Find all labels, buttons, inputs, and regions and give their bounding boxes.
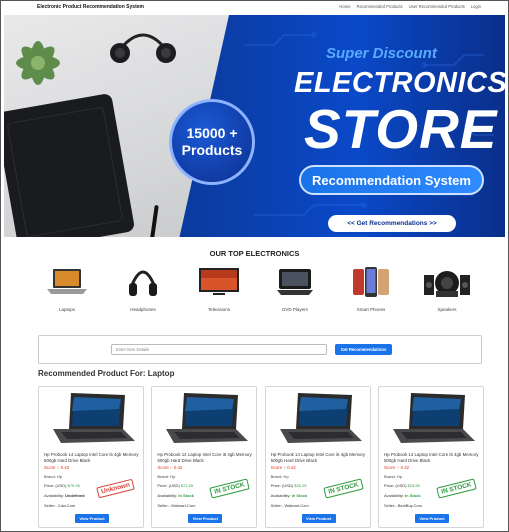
laptop-product-image [382,389,481,447]
nav-link-login[interactable]: Login [471,4,481,9]
availability-value: Undefined [65,493,85,498]
top-electronics-title: OUR TOP ELECTRONICS [209,249,300,258]
hero-banner: 15000 + Products Super Discount ELECTRON… [4,15,505,237]
nav-link-recommended-products[interactable]: Recommended Products [357,4,403,9]
product-availability: Availability: Undefined [44,493,85,498]
availability-label: Availability: [270,493,292,498]
brand-title[interactable]: Electronic Product Recommendation System [37,4,144,10]
availability-value: In Stock [178,493,194,498]
recommendation-system-pill: Recommendation System [299,165,484,195]
availability-stamp: IN STOCK [322,478,364,499]
category-label: Speakers [437,307,457,312]
get-recommendations-button[interactable]: Get Recommendations [335,344,392,355]
laptop-product-image [269,389,368,447]
nav-links: Home Recommended Products User Recommend… [339,4,481,9]
product-price: Price: (USD) $15.55 [384,483,420,488]
product-name[interactable]: Hp Probook 14 Laptop Intel Core i5 4gb M… [384,452,481,464]
get-recommendations-hero-button[interactable]: << Get Recommendations >> [328,215,456,232]
hero-title-store: STORE [304,98,498,160]
category-label: Smart Phones [356,307,386,312]
product-score: Score :- 0.42 [44,465,70,470]
product-score: Score :- 0.42 [383,465,410,470]
nav-link-home[interactable]: Home [339,4,350,9]
product-availability: Availability: In Stock [157,493,194,498]
category-laptops[interactable]: Laptops [37,263,97,312]
category-televisions[interactable]: Televisions [189,263,249,312]
laptop-product-image [43,389,141,447]
availability-label: Availability: [157,493,179,498]
plant-icon [16,41,60,85]
product-brand: Brand: Hp [44,474,63,479]
laptop-product-image [156,389,255,447]
availability-stamp: Unknown [96,478,136,499]
view-product-button[interactable]: View Product [188,514,223,523]
product-card: Hp Probook 14 Laptop Intel Core i5 4gb M… [377,386,484,528]
price-value: $79.95 [67,483,80,488]
product-name[interactable]: Hp Probook 14 Laptop Intel Core i5 4gb M… [271,452,368,464]
headphones-icon [129,270,157,296]
product-availability: Availability: In Stock [384,493,421,498]
view-product-button[interactable]: View Product [414,514,449,523]
category-label: DVD Players [282,307,308,312]
speakers-icon [424,271,470,297]
nav-link-user-recommended-products[interactable]: User Recommended Products [409,4,465,9]
price-label: Price: (USD) [44,483,68,488]
price-label: Price: (USD) [270,483,295,488]
product-price: Price: (USD) $71.05 [157,483,193,488]
price-label: Price: (USD) [157,483,181,488]
product-seller: Seller:- Cdw.Com [44,503,76,508]
products-count: 15000 + [186,125,238,141]
navbar: Electronic Product Recommendation System… [1,1,508,14]
availability-label: Availability: [44,493,66,498]
laptop-icon [47,269,87,294]
product-availability: Availability: In Stock [271,493,308,498]
product-seller: Seller:- Walmart.Com [270,503,309,508]
product-brand: Brand: Hp [157,474,176,479]
category-dvd-players[interactable]: DVD Players [265,263,325,312]
product-brand: Brand: Hp [270,474,289,479]
category-list: Laptops Headphones Televisions DVD Playe… [37,263,477,312]
product-seller: Seller:- Walmart.Com [157,503,196,508]
category-label: Laptops [58,307,75,312]
availability-label: Availability: [383,493,406,498]
category-label: Televisions [207,307,230,312]
product-price: Price: (USD) $25.25 [271,483,307,488]
view-product-button[interactable]: View Product [75,514,109,523]
product-name[interactable]: Hp Probook 14 Laptop Intel Core i5 4gb M… [44,452,141,464]
products-label: Products [181,142,243,158]
dvd-player-icon [277,269,313,295]
product-card: Hp Probook 14 Laptop Intel Core i5 4gb M… [151,386,258,528]
product-card: Hp Probook 14 Laptop Intel Core i5 4gb M… [264,386,371,528]
product-score: Score :- 0.42 [157,465,183,470]
category-speakers[interactable]: Speakers [417,263,477,312]
price-value: $71.05 [180,483,194,488]
item-details-input[interactable]: Enter Item Details [111,344,327,355]
price-value: $25.25 [294,483,307,488]
product-seller: Seller:- BestBuy.Com [383,503,422,508]
recommended-section-title: Recommended Product For: Laptop [38,369,175,378]
product-grid: Hp Probook 14 Laptop Intel Core i5 4gb M… [38,386,484,528]
product-score: Score :- 0.42 [270,465,296,470]
product-price: Price: (USD) $79.95 [44,483,80,488]
price-value: $15.55 [407,483,420,488]
availability-value: In Stock [405,493,421,498]
products-count-badge: 15000 + Products [169,99,255,185]
category-smart-phones[interactable]: Smart Phones [341,263,401,312]
smartphone-icon [353,267,389,297]
availability-value: In Stock [291,493,308,498]
price-label: Price: (USD) [383,483,408,488]
view-product-button[interactable]: View Product [301,514,336,523]
television-icon [199,268,239,295]
category-label: Headphones [130,307,156,312]
product-card: Hp Probook 14 Laptop Intel Core i5 4gb M… [38,386,144,528]
product-brand: Brand: Hp [383,474,402,479]
availability-stamp: IN STOCK [436,478,477,499]
super-discount-text: Super Discount [326,45,437,62]
availability-stamp: IN STOCK [209,478,251,499]
hero-title-electronics: ELECTRONICS [294,67,505,99]
category-headphones[interactable]: Headphones [113,263,173,312]
search-panel: Enter Item Details Get Recommendations [38,335,482,364]
headphones-photo-icon [110,33,176,63]
product-name[interactable]: Hp Probook 14 Laptop Intel Core i5 4gb M… [157,452,254,464]
